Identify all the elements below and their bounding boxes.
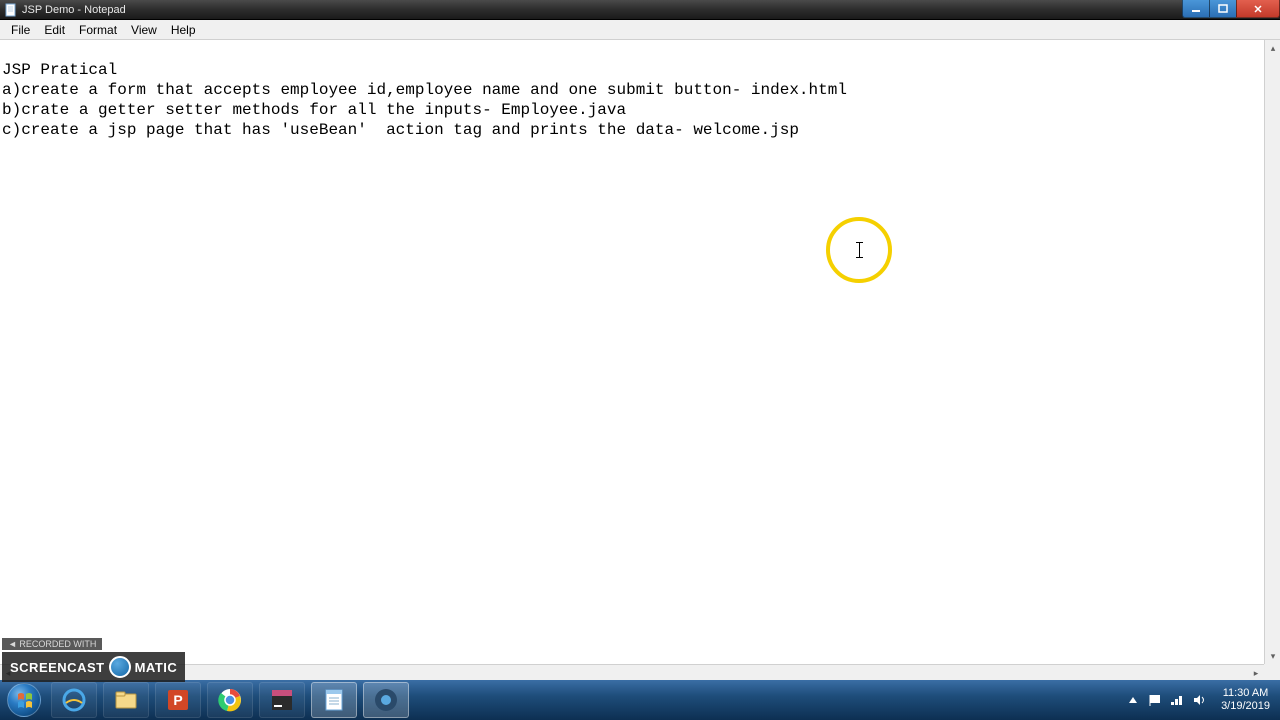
tray-date-text: 3/19/2019 [1221,700,1270,713]
vertical-scrollbar[interactable]: ▴ ▾ [1264,40,1280,664]
recorder-watermark: ◄ RECORDED WITH SCREENCAST MATIC [2,634,185,682]
taskbar-recorder[interactable] [363,682,409,718]
scroll-down-button[interactable]: ▾ [1265,648,1280,664]
scroll-corner [1264,664,1280,680]
taskbar-ie[interactable] [51,682,97,718]
tray-flag-icon[interactable] [1147,692,1163,708]
taskbar-notepad[interactable] [311,682,357,718]
menu-help[interactable]: Help [164,21,203,39]
taskbar-intellij[interactable] [259,682,305,718]
horizontal-scrollbar[interactable]: ◂ ▸ [0,664,1264,680]
window-titlebar: JSP Demo - Notepad [0,0,1280,20]
taskbar-powerpoint[interactable]: P [155,682,201,718]
svg-text:P: P [173,692,182,708]
menu-view[interactable]: View [124,21,164,39]
text-editor[interactable]: JSP Pratical a)create a form that accept… [0,40,1264,680]
scroll-right-button[interactable]: ▸ [1248,665,1264,680]
menu-file[interactable]: File [4,21,37,39]
taskbar-chrome[interactable] [207,682,253,718]
system-tray: 11:30 AM 3/19/2019 [1125,687,1280,713]
window-controls [1183,0,1280,18]
taskbar-explorer[interactable] [103,682,149,718]
maximize-button[interactable] [1209,0,1237,18]
watermark-text-1: SCREENCAST [10,660,105,675]
minimize-button[interactable] [1182,0,1210,18]
windows-logo-icon [7,683,41,717]
menu-bar: File Edit Format View Help [0,20,1280,40]
window-title: JSP Demo - Notepad [22,4,1183,16]
tray-time-text: 11:30 AM [1221,687,1270,700]
start-button[interactable] [4,680,44,720]
taskbar: P [0,680,1280,720]
scroll-up-button[interactable]: ▴ [1265,40,1280,56]
editor-container: JSP Pratical a)create a form that accept… [0,40,1280,680]
watermark-logo-icon [109,656,131,678]
close-button[interactable] [1236,0,1280,18]
tray-network-icon[interactable] [1169,692,1185,708]
watermark-text-2: MATIC [135,660,178,675]
notepad-icon [4,3,18,17]
menu-format[interactable]: Format [72,21,124,39]
tray-volume-icon[interactable] [1191,692,1207,708]
tray-up-icon[interactable] [1125,692,1141,708]
watermark-tab: ◄ RECORDED WITH [2,638,102,650]
menu-edit[interactable]: Edit [37,21,72,39]
tray-clock[interactable]: 11:30 AM 3/19/2019 [1215,687,1276,713]
watermark-brand: SCREENCAST MATIC [2,652,185,682]
